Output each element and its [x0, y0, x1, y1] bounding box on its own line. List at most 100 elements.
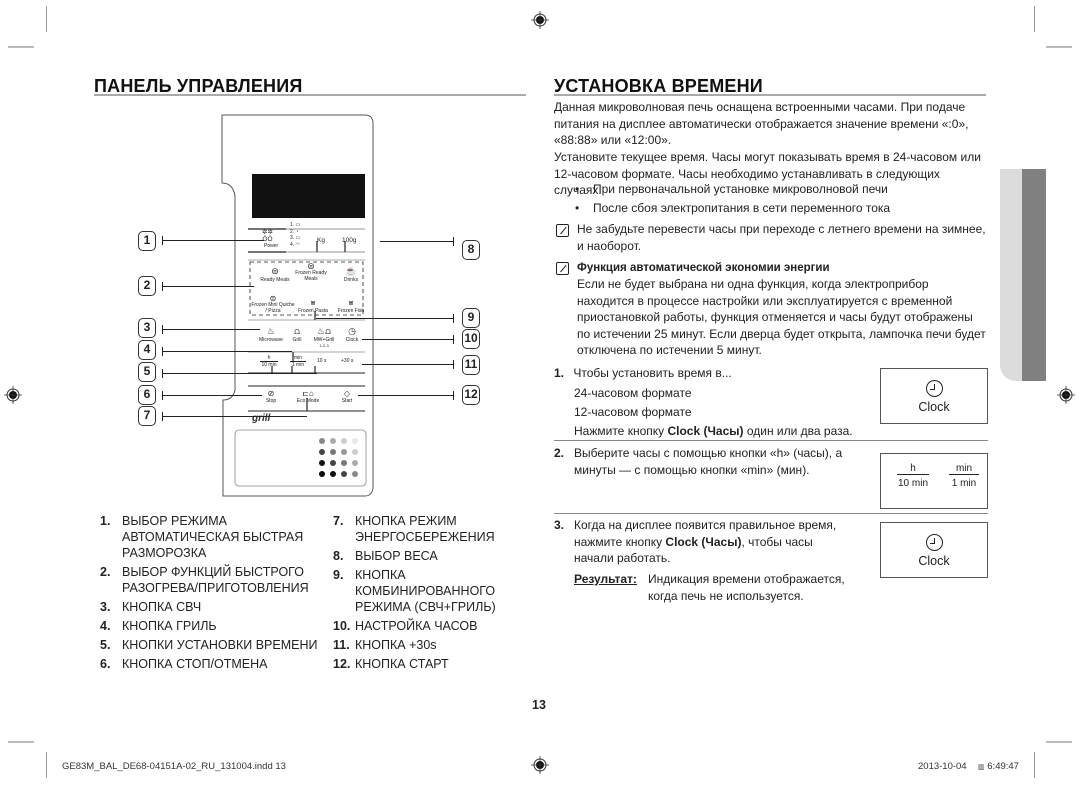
ten-seconds-button[interactable]: 10 s [317, 358, 326, 364]
bullet-item: • После сбоя электропитания в сети переме… [575, 201, 891, 215]
legend-item: 5. КНОПКИ УСТАНОВКИ ВРЕМЕНИ [100, 638, 318, 652]
note-eco-body: Если не будет выбрана ни одна функция, к… [577, 277, 986, 357]
crop-mark [8, 741, 34, 743]
drinks-button[interactable]: ☕ Drinks [337, 266, 365, 283]
microwave-button[interactable]: ♨ Microwave [257, 326, 285, 343]
stop-icon: ⊘ [267, 389, 275, 398]
leader-line [162, 323, 260, 336]
weight-100g-label[interactable]: 100g [342, 237, 356, 244]
grill-button[interactable]: ⩍ Grill [288, 326, 306, 343]
step-1-option-24h: 24-часовом формате [574, 386, 692, 400]
start-button[interactable]: ◇ Start [339, 389, 355, 404]
registration-mark-icon [531, 11, 549, 29]
result-label: Результат: [574, 572, 637, 586]
plate-icon: ⊜ [271, 266, 279, 276]
ready-meals-button[interactable]: ⊜ Ready Meals [255, 266, 295, 283]
leader-line [358, 389, 454, 402]
crop-mark [8, 46, 34, 48]
note-icon [556, 224, 569, 237]
frozen-fish-button[interactable]: ⩎ Frozen Fish [335, 298, 367, 314]
legend-item: 10. НАСТРОЙКА ЧАСОВ [333, 619, 478, 633]
note-eco-title: Функция автоматической экономии энергии [577, 262, 830, 274]
legend-list-left: 1. ВЫБОР РЕЖИМА АВТОМАТИЧЕСКАЯ БЫСТРАЯ РА… [100, 513, 330, 675]
callout-10: 10 [462, 329, 480, 349]
registration-mark-icon [531, 756, 549, 774]
leader-line [162, 234, 264, 247]
callout-1: 1 [138, 231, 156, 251]
step-3: 3. Когда на дисплее появится правильное … [554, 518, 837, 565]
clock-icon [926, 534, 943, 551]
footer-date: 2013-10-04 [918, 761, 967, 772]
crop-mark [46, 752, 47, 778]
callout-12: 12 [462, 385, 480, 405]
footer-time: ▥ 6:49:47 [978, 761, 1019, 772]
title-rule [94, 94, 526, 96]
footer-filename: GE83M_BAL_DE68-04151A-02_RU_131004.indd … [62, 761, 286, 772]
note-icon [556, 262, 569, 275]
microwave-icon: ♨ [266, 326, 276, 336]
clock-button[interactable]: ◷ Clock [343, 326, 361, 343]
callout-5: 5 [138, 362, 156, 382]
frozen-pizza-button[interactable]: ⊜ Frozen Mini Quiche / Pizza [251, 295, 295, 314]
step-divider [554, 440, 988, 441]
crop-mark [46, 6, 47, 32]
hour-button[interactable]: h 10 min [260, 355, 278, 368]
frozen-ready-meals-button[interactable]: ⊜ Frozen Ready Meals [290, 262, 332, 282]
step-1-instruction: Нажмите кнопку Clock (Часы) один или два… [574, 424, 853, 438]
stop-button[interactable]: ⊘ Stop [263, 389, 279, 404]
leader-line [362, 333, 454, 346]
clock-button-figure: Clock [880, 522, 988, 578]
callout-7: 7 [138, 406, 156, 426]
legend-item: 3. КНОПКА СВЧ [100, 600, 202, 614]
callout-3: 3 [138, 318, 156, 338]
registration-mark-icon [4, 386, 22, 404]
legend-item: 8. ВЫБОР ВЕСА [333, 549, 438, 563]
grill-icon: ⩍ [294, 326, 300, 336]
result-text: Индикация времени отображается, когда пе… [648, 572, 845, 603]
plus-30s-button[interactable]: +30 s [341, 358, 353, 364]
legend-item: 9. КНОПКА КОМБИНИРОВАННОГО РЕЖИМА (СВЧ+ГР… [333, 568, 496, 614]
minute-button[interactable]: min 1 min [290, 355, 306, 368]
mw-grill-button[interactable]: ♨⩍ MW+Grill 1-2-3 [311, 326, 337, 348]
step-2: 2. Выберите часы с помощью кнопки «h» (ч… [554, 446, 843, 477]
leader-line [162, 280, 254, 293]
leader-line [162, 410, 307, 423]
registration-mark-icon [1057, 386, 1075, 404]
crop-mark [1046, 741, 1072, 743]
leader-line [362, 358, 454, 371]
indicator-dots [319, 438, 358, 477]
eco-mode-button[interactable]: ⊏⌂ Eco Mode [295, 389, 321, 404]
legend-item: 6. КНОПКА СТОП/ОТМЕНА [100, 657, 268, 671]
crop-mark [1034, 6, 1035, 32]
category-list: 1. ▭ 2. ◔ 3. ▭ 4. ◠ [290, 222, 301, 248]
legend-item: 12. КНОПКА СТАРТ [333, 657, 449, 671]
weight-kg-label[interactable]: Kg [317, 237, 325, 244]
clock-icon [926, 380, 943, 397]
time-buttons-figure: h 10 min min 1 min [880, 453, 988, 509]
frozen-fish-icon: ⩎ [348, 298, 354, 307]
note-dst: Не забудьте перевести часы при переходе … [577, 222, 986, 253]
legend-item: 4. КНОПКА ГРИЛЬ [100, 619, 217, 633]
frozen-pasta-button[interactable]: ⩎ Frozen Pasta [295, 298, 331, 314]
side-tab-dark [1022, 169, 1046, 381]
clock-button-figure: Clock [880, 368, 988, 424]
legend-item: 2. ВЫБОР ФУНКЦИЙ БЫСТРОГО РАЗОГРЕВА/ПРИГО… [100, 565, 309, 595]
legend-item: 7. КНОПКА РЕЖИМ ЭНЕРГОСБЕРЕЖЕНИЯ [333, 514, 495, 544]
cup-icon: ☕ [345, 266, 357, 276]
power-label: Power [264, 243, 279, 249]
callout-8: 8 [462, 240, 480, 260]
page-number: 13 [532, 698, 546, 712]
step-1-option-12h: 12-часовом формате [574, 405, 692, 419]
frozen-pasta-icon: ⩎ [310, 298, 316, 307]
bullet-item: • При первоначальной установке микроволно… [575, 182, 888, 196]
leader-line [316, 312, 454, 325]
title-rule [554, 94, 986, 96]
start-icon: ◇ [343, 389, 351, 398]
callout-4: 4 [138, 340, 156, 360]
step-1: 1. Чтобы установить время в... [554, 366, 732, 380]
leader-line [380, 235, 454, 248]
legend-list-right: 7. КНОПКА РЕЖИМ ЭНЕРГОСБЕРЕЖЕНИЯ 8. ВЫБОР … [333, 513, 533, 675]
callout-6: 6 [138, 385, 156, 405]
grill-logo: grill [252, 413, 271, 424]
callout-2: 2 [138, 276, 156, 296]
